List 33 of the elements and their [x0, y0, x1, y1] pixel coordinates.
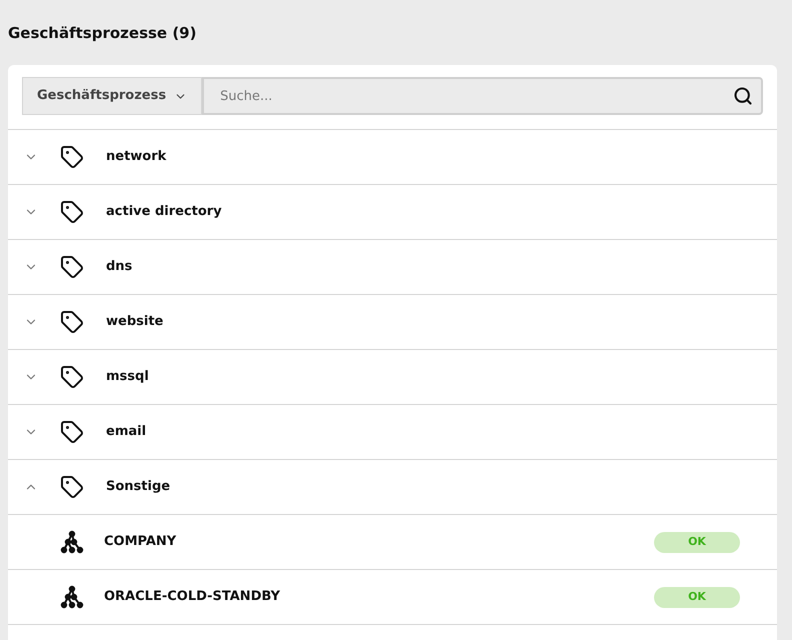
status-badge: OK	[654, 586, 740, 608]
group-row[interactable]: website	[8, 294, 777, 349]
process-tree-icon	[60, 585, 84, 609]
process-tree-icon	[60, 530, 84, 554]
tag-icon	[60, 145, 84, 169]
group-name: network	[106, 148, 166, 166]
group-row[interactable]: dns	[8, 239, 777, 294]
group-name: email	[106, 423, 146, 442]
search-field[interactable]: Suche...	[202, 77, 763, 115]
group-row[interactable]: network	[8, 129, 777, 184]
tag-icon	[60, 420, 84, 444]
search-icon[interactable]	[733, 86, 753, 106]
group-name: dns	[106, 258, 132, 276]
group-name: active directory	[106, 203, 222, 222]
category-dropdown[interactable]: Geschäftsprozess	[22, 77, 202, 115]
page-title: Geschäftsprozesse (9)	[8, 23, 198, 44]
process-row[interactable]: COMPANY OK	[8, 514, 777, 569]
status-badge: OK	[654, 532, 740, 552]
group-row[interactable]: email	[8, 404, 777, 459]
group-name: Sonstige	[106, 478, 170, 496]
tag-icon	[60, 200, 84, 224]
tag-icon	[60, 475, 84, 499]
group-row[interactable]: active directory	[8, 184, 777, 239]
group-name: mssql	[106, 368, 149, 386]
process-name: COMPANY	[104, 533, 178, 552]
tag-icon	[60, 365, 84, 389]
process-name: ORACLE-COLD-STANDBY	[104, 588, 282, 606]
group-name: website	[106, 313, 164, 332]
group-row[interactable]: Sonstige	[8, 459, 777, 514]
tag-icon	[60, 310, 84, 334]
tag-icon	[60, 255, 84, 279]
group-row[interactable]: mssql	[8, 349, 777, 404]
process-row[interactable]: ORACLE-COLD-STANDBY OK	[8, 569, 777, 624]
